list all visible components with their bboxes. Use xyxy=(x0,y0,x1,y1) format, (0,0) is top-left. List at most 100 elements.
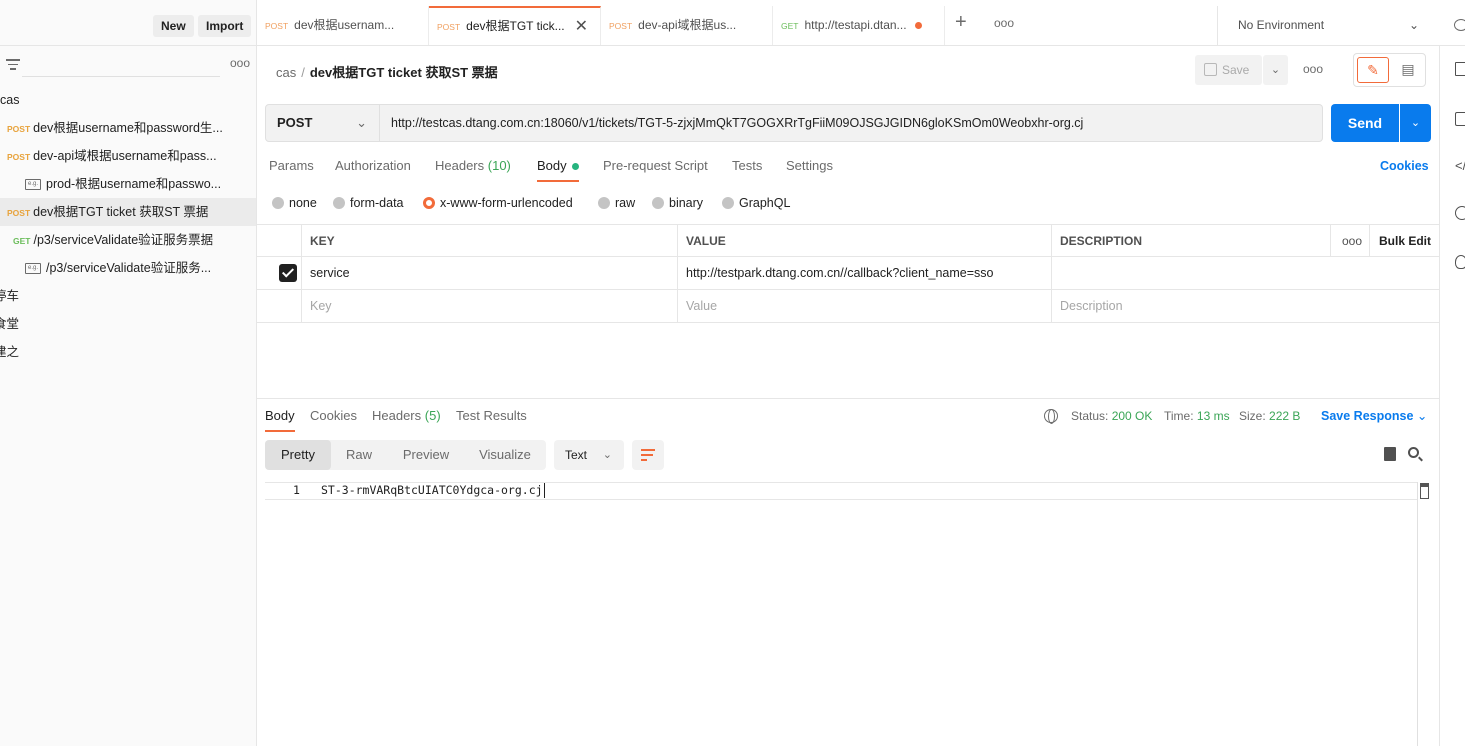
save-response-button[interactable]: Save Response ⌄ xyxy=(1321,408,1427,423)
wrap-lines-icon[interactable] xyxy=(632,440,664,470)
tab-prerequest-script[interactable]: Pre-request Script xyxy=(603,156,708,176)
radio-circle-icon xyxy=(272,196,284,209)
cookies-link[interactable]: Cookies xyxy=(1380,159,1429,173)
tab-body[interactable]: Body xyxy=(537,156,579,182)
scrollbar-thumb[interactable] xyxy=(1420,483,1429,499)
method-badge: POST xyxy=(265,21,289,31)
radio-label: form-data xyxy=(350,196,404,210)
response-tab-test-results[interactable]: Test Results xyxy=(456,407,527,424)
more-options-icon[interactable]: ooo xyxy=(230,56,250,70)
radio-raw[interactable]: raw xyxy=(598,194,635,212)
param-description-cell[interactable] xyxy=(1051,257,1439,289)
method-badge: POST xyxy=(7,152,31,162)
save-dropdown-button[interactable]: ⌄ xyxy=(1263,55,1288,85)
key-input[interactable]: Key xyxy=(301,290,677,322)
radio-urlencoded[interactable]: x-www-form-urlencoded xyxy=(423,194,573,212)
response-body-text[interactable]: ST-3-rmVARqBtcUIATC0Ydgca-org.cj xyxy=(321,483,545,498)
method-badge: POST xyxy=(609,21,633,31)
param-value-cell[interactable]: http://testpark.dtang.com.cn//callback?c… xyxy=(677,257,1052,289)
save-icon xyxy=(1204,63,1217,76)
copy-icon[interactable] xyxy=(1384,447,1396,461)
tree-item-request[interactable]: POST dev根据username和password生... xyxy=(0,114,256,142)
column-header-key: KEY xyxy=(301,225,677,256)
search-input[interactable] xyxy=(22,53,220,77)
tree-item-request[interactable]: POST dev-api域根据username和pass... xyxy=(0,142,256,170)
response-body-editor[interactable] xyxy=(265,482,1432,746)
collection-folder[interactable]: 食堂 xyxy=(0,310,256,338)
documentation-icon[interactable] xyxy=(1455,62,1465,76)
response-tab-headers[interactable]: Headers (5) xyxy=(372,407,441,424)
tree-item-example[interactable]: e.g. prod-根据username和passwo... xyxy=(0,170,256,198)
new-tab-plus-icon[interactable]: + xyxy=(955,11,967,34)
more-tabs-icon[interactable]: ooo xyxy=(994,16,1014,30)
filter-icon[interactable] xyxy=(6,59,20,71)
response-view-toggle: Pretty Raw Preview Visualize xyxy=(265,440,546,470)
globe-icon[interactable] xyxy=(1044,409,1058,424)
breadcrumb-collection[interactable]: cas xyxy=(276,65,296,80)
tree-item-label: 停车 xyxy=(0,289,20,303)
eye-icon[interactable] xyxy=(1454,19,1465,31)
more-options-icon[interactable]: ooo xyxy=(1330,225,1370,256)
environment-label: No Environment xyxy=(1238,18,1325,32)
search-icon[interactable] xyxy=(1408,447,1419,458)
bulk-edit-button[interactable]: Bulk Edit xyxy=(1369,225,1439,256)
editor-scrollbar[interactable] xyxy=(1417,482,1432,746)
request-tab-active[interactable]: POST dev根据TGT tick... ✕ xyxy=(429,6,601,45)
radio-label: GraphQL xyxy=(739,196,791,210)
send-button[interactable]: Send xyxy=(1331,104,1399,142)
tree-item-request[interactable]: GET/p3/serviceValidate验证服务票据 xyxy=(0,226,256,254)
tab-headers-label: Headers xyxy=(435,158,485,173)
radio-graphql[interactable]: GraphQL xyxy=(722,194,790,212)
import-button[interactable]: Import xyxy=(198,15,252,37)
documentation-icon[interactable]: ▤ xyxy=(1394,57,1422,83)
page-title[interactable]: dev根据TGT ticket 获取ST 票据 xyxy=(310,65,498,80)
tree-item-example[interactable]: e.g. /p3/serviceValidate验证服务... xyxy=(0,254,256,282)
new-button[interactable]: New xyxy=(153,15,194,37)
tab-tests[interactable]: Tests xyxy=(732,156,762,176)
radio-none[interactable]: none xyxy=(272,194,317,212)
comments-icon[interactable] xyxy=(1455,112,1465,126)
view-raw-button[interactable]: Raw xyxy=(331,440,387,470)
tab-params[interactable]: Params xyxy=(269,156,314,176)
tab-label: dev-api域根据us... xyxy=(638,18,737,32)
view-preview-button[interactable]: Preview xyxy=(389,440,463,470)
request-tab[interactable]: POST dev根据usernam... xyxy=(257,6,429,45)
request-tab[interactable]: POST dev-api域根据us... xyxy=(601,6,773,45)
url-input[interactable]: http://testcas.dtang.com.cn:18060/v1/tic… xyxy=(380,104,1323,142)
close-icon[interactable]: ✕ xyxy=(575,8,588,45)
collection-folder[interactable]: 建之 xyxy=(0,338,256,366)
table-row-empty: Key Value Description xyxy=(257,290,1439,323)
code-snippet-icon[interactable]: </ xyxy=(1455,158,1465,173)
tab-headers[interactable]: Headers (10) xyxy=(435,156,511,176)
response-tab-cookies[interactable]: Cookies xyxy=(310,407,357,424)
view-pretty-button[interactable]: Pretty xyxy=(265,440,331,470)
tab-authorization[interactable]: Authorization xyxy=(335,156,411,176)
collection-folder[interactable]: cas xyxy=(0,86,256,114)
environment-select[interactable]: No Environment ⌄ xyxy=(1217,6,1435,45)
response-tab-body[interactable]: Body xyxy=(265,407,295,432)
collection-folder[interactable]: 停车 xyxy=(0,282,256,310)
line-number: 1 xyxy=(293,483,300,497)
send-dropdown-button[interactable]: ⌄ xyxy=(1400,104,1431,142)
more-actions-icon[interactable]: ooo xyxy=(1303,62,1323,76)
radio-form-data[interactable]: form-data xyxy=(333,194,404,212)
tree-item-request-selected[interactable]: POST dev根据TGT ticket 获取ST 票据 xyxy=(0,198,256,226)
description-input[interactable]: Description xyxy=(1051,290,1439,322)
column-header-description: DESCRIPTION xyxy=(1051,225,1331,256)
value-input[interactable]: Value xyxy=(677,290,1052,322)
format-select[interactable]: Text ⌄ xyxy=(554,440,624,470)
param-key-cell[interactable]: service xyxy=(301,257,677,289)
response-divider[interactable] xyxy=(257,398,1439,399)
save-button[interactable]: Save xyxy=(1195,55,1262,85)
tab-settings[interactable]: Settings xyxy=(786,156,833,176)
pencil-icon[interactable]: ✎ xyxy=(1357,57,1389,83)
method-badge: GET xyxy=(13,236,31,246)
request-tab[interactable]: GET http://testapi.dtan... xyxy=(773,6,945,45)
related-collections-icon[interactable] xyxy=(1455,255,1465,269)
view-visualize-button[interactable]: Visualize xyxy=(465,440,545,470)
radio-binary[interactable]: binary xyxy=(652,194,703,212)
radio-circle-icon xyxy=(598,196,610,209)
row-checkbox[interactable] xyxy=(279,264,297,282)
method-select[interactable]: POST ⌄ xyxy=(265,104,380,142)
info-icon[interactable] xyxy=(1455,206,1465,220)
